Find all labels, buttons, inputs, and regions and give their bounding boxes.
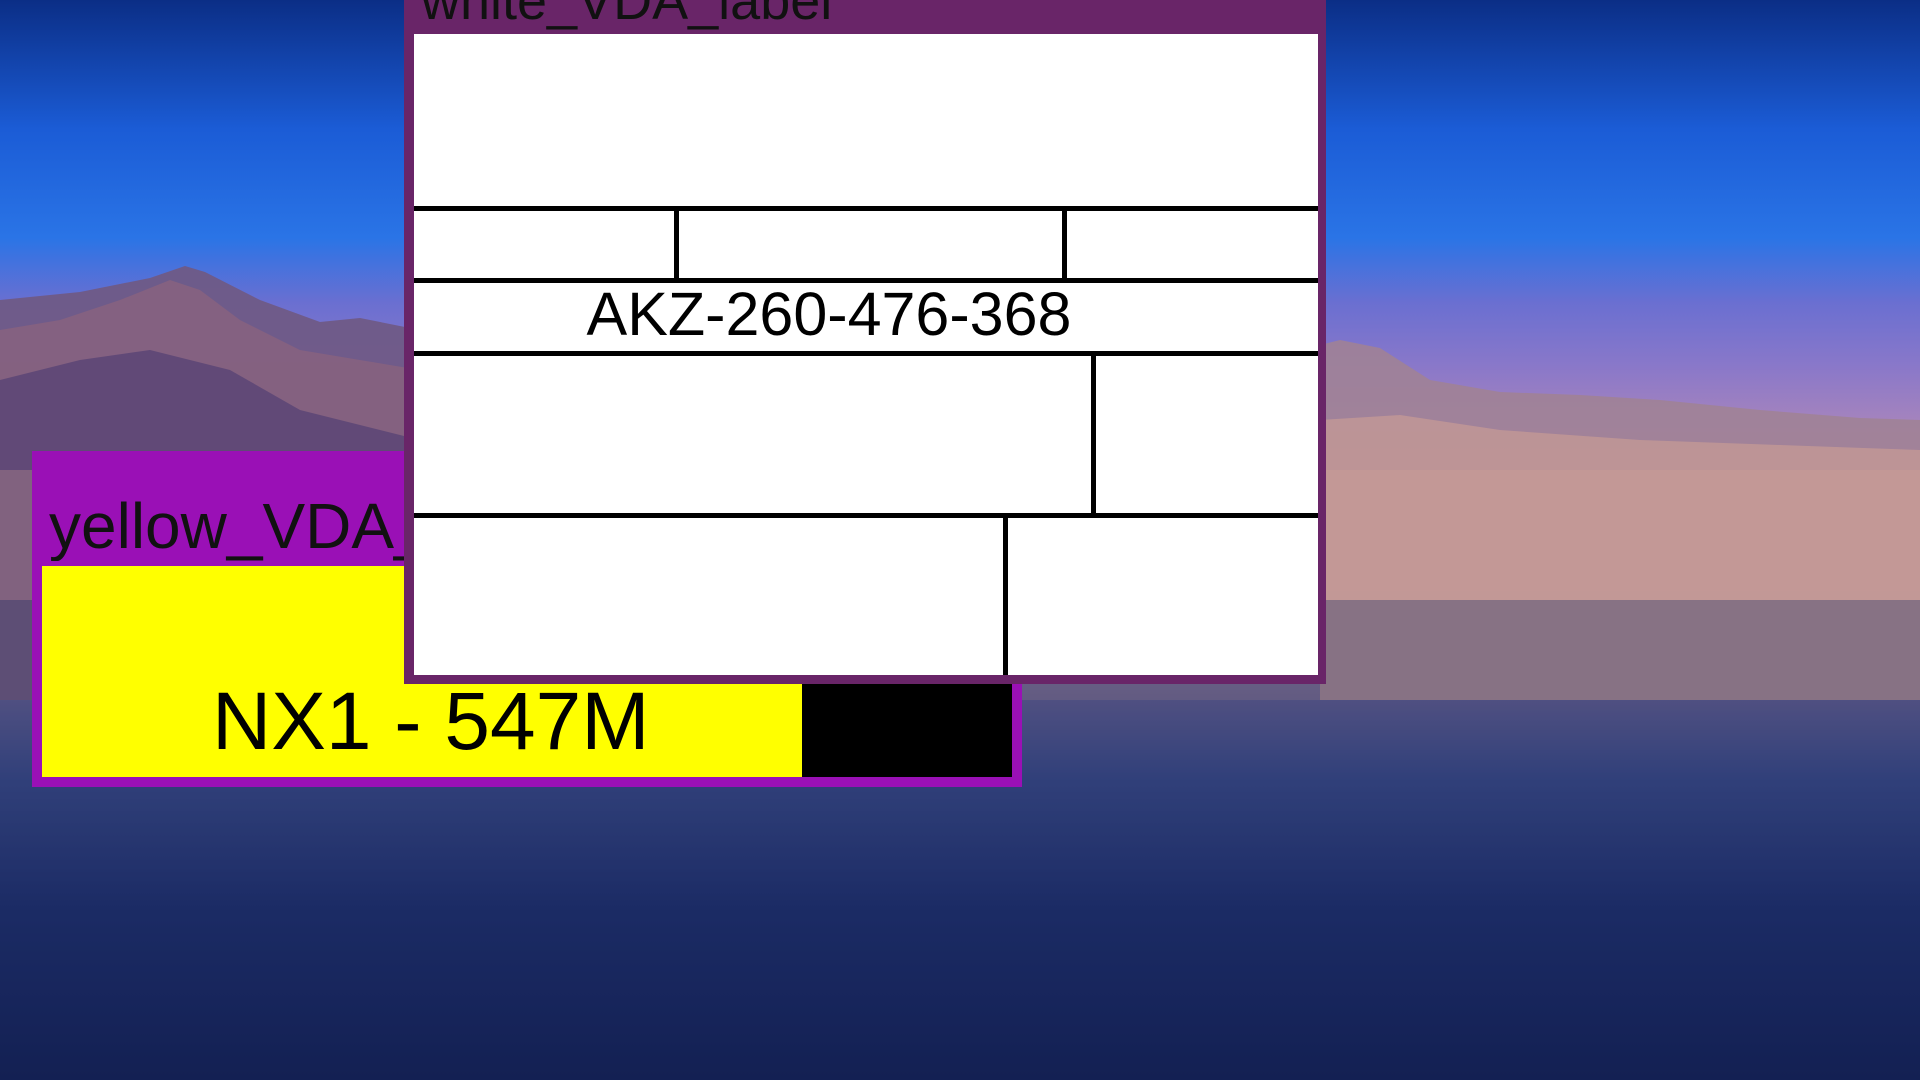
grid-line xyxy=(1091,351,1096,513)
window-title-text: white_VDA_label xyxy=(421,0,833,31)
grid-line xyxy=(674,206,679,278)
grid-line xyxy=(414,206,1318,211)
grid-line xyxy=(414,351,1318,356)
grid-line xyxy=(1062,206,1067,278)
grid-line xyxy=(1003,513,1008,675)
window-title[interactable]: white_VDA_label xyxy=(404,0,1326,34)
label-code: NX1 - 547M xyxy=(212,676,650,767)
white-vda-label: AKZ-260-476-368 xyxy=(414,34,1318,675)
grid-line xyxy=(414,513,1318,518)
label-code: AKZ-260-476-368 xyxy=(586,280,1072,348)
white-vda-label-window[interactable]: white_VDA_label AKZ-260-476-368 xyxy=(404,0,1326,684)
